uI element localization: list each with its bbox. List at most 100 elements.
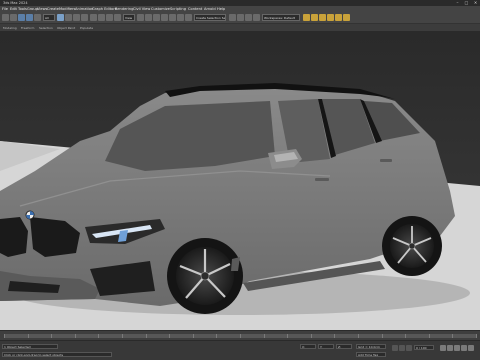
scale-icon[interactable] xyxy=(106,14,113,21)
time-slider-tick xyxy=(51,334,52,338)
select-manipulate-icon[interactable] xyxy=(145,14,152,21)
align-icon[interactable] xyxy=(237,14,244,21)
move-icon[interactable] xyxy=(90,14,97,21)
menu-graph-editors[interactable]: Graph Editors xyxy=(92,7,117,11)
bind-space-warp-icon[interactable] xyxy=(34,14,41,21)
status-bar: 1 Object Selected Click or click-and-dra… xyxy=(0,340,480,360)
orbit-icon[interactable] xyxy=(454,345,460,351)
play-icon[interactable] xyxy=(399,345,405,351)
rear-hub-cap xyxy=(408,242,416,250)
time-slider-tick xyxy=(192,334,194,338)
snaps-toggle-icon[interactable] xyxy=(161,14,168,21)
time-slider-tick xyxy=(145,334,147,338)
angle-snap-icon[interactable] xyxy=(169,14,176,21)
menu-create[interactable]: Create xyxy=(47,7,59,11)
time-slider-tick xyxy=(4,334,5,338)
play-forward-icon[interactable] xyxy=(406,345,412,351)
zoom-icon[interactable] xyxy=(440,345,446,351)
ribbon-tab-object-paint[interactable]: Object Paint xyxy=(57,26,75,30)
selection-status: 1 Object Selected xyxy=(2,344,58,349)
ribbon-tab-freeform[interactable]: Freeform xyxy=(21,26,34,30)
time-slider-tick xyxy=(452,334,453,338)
ribbon-tab-populate[interactable]: Populate xyxy=(80,26,93,30)
select-by-name-icon[interactable] xyxy=(65,14,72,21)
rotate-icon[interactable] xyxy=(98,14,105,21)
time-slider-tick xyxy=(74,334,76,338)
menu-edit[interactable]: Edit xyxy=(10,7,17,11)
prompt-line: Click or click-and-drag to select object… xyxy=(2,352,112,357)
menu-animation[interactable]: Animation xyxy=(75,7,93,11)
time-slider-tick xyxy=(381,334,383,338)
render-frame-icon[interactable] xyxy=(335,14,342,21)
menu-content[interactable]: Content xyxy=(188,7,202,11)
redo-icon[interactable] xyxy=(10,14,17,21)
time-slider[interactable] xyxy=(0,330,480,340)
time-slider-tick xyxy=(263,334,265,338)
rectangle-selection-icon[interactable] xyxy=(73,14,80,21)
time-slider-tick xyxy=(405,334,406,338)
scene-explorer-icon[interactable] xyxy=(253,14,260,21)
menu-customize[interactable]: Customize xyxy=(151,7,170,11)
named-selection-dropdown[interactable]: Create Selection Set xyxy=(194,14,226,21)
workspace-dropdown[interactable]: Workspaces: Default xyxy=(262,14,300,21)
render-production-icon[interactable] xyxy=(343,14,350,21)
menu-arnold[interactable]: Arnold xyxy=(204,7,216,11)
z-coordinate-field[interactable]: Z: xyxy=(336,344,352,349)
menu-tools[interactable]: Tools xyxy=(18,7,27,11)
ribbon-tab-selection[interactable]: Selection xyxy=(39,26,53,30)
time-slider-tick xyxy=(240,334,241,338)
menu-views[interactable]: Views xyxy=(37,7,47,11)
menu-scripting[interactable]: Scripting xyxy=(170,7,186,11)
select-object-icon[interactable] xyxy=(57,14,64,21)
keyboard-shortcut-icon[interactable] xyxy=(153,14,160,21)
field-of-view-icon[interactable] xyxy=(468,345,474,351)
time-slider-tick xyxy=(476,334,477,338)
link-icon[interactable] xyxy=(18,14,25,21)
y-coordinate-field[interactable]: Y: xyxy=(318,344,334,349)
perspective-viewport[interactable] xyxy=(0,31,480,330)
play-back-icon[interactable] xyxy=(392,345,398,351)
time-slider-tick xyxy=(428,334,430,338)
time-slider-tick xyxy=(169,334,170,338)
curve-editor-icon[interactable] xyxy=(303,14,310,21)
undo-icon[interactable] xyxy=(2,14,9,21)
viewport-scene xyxy=(0,31,480,330)
time-slider-tick xyxy=(122,334,123,338)
layer-icon[interactable] xyxy=(245,14,252,21)
pan-icon[interactable] xyxy=(447,345,453,351)
percent-snap-icon[interactable] xyxy=(177,14,184,21)
current-frame-field[interactable]: 0 / 100 xyxy=(414,345,434,350)
maximize-viewport-icon[interactable] xyxy=(461,345,467,351)
material-editor-icon[interactable] xyxy=(319,14,326,21)
time-slider-tick xyxy=(358,334,359,338)
x-coordinate-field[interactable]: X: xyxy=(300,344,316,349)
reference-coordinate-dropdown[interactable]: View xyxy=(123,14,135,21)
time-slider-tick xyxy=(287,334,288,338)
ribbon: Modeling Freeform Selection Object Paint… xyxy=(0,24,480,31)
add-time-tag-button[interactable]: Add Time Tag xyxy=(356,352,386,357)
render-setup-icon[interactable] xyxy=(327,14,334,21)
front-hub-cap xyxy=(200,271,210,281)
menu-file[interactable]: File xyxy=(2,7,8,11)
grid-size-readout: Grid = 10.0cm xyxy=(356,344,386,349)
time-slider-tick xyxy=(334,334,335,338)
mirror-icon[interactable] xyxy=(229,14,236,21)
main-toolbar: All View Create Selection Set Workspaces… xyxy=(0,12,480,24)
menu-rendering[interactable]: Rendering xyxy=(115,7,133,11)
ribbon-tab-modeling[interactable]: Modeling xyxy=(3,26,17,30)
menu-help[interactable]: Help xyxy=(217,7,225,11)
time-slider-tick xyxy=(216,334,217,338)
schematic-view-icon[interactable] xyxy=(311,14,318,21)
window-crossing-icon[interactable] xyxy=(81,14,88,21)
time-slider-tick xyxy=(310,334,312,338)
placement-icon[interactable] xyxy=(114,14,121,21)
rear-door-handle xyxy=(380,159,392,162)
spinner-snap-icon[interactable] xyxy=(185,14,192,21)
menu-civil-view[interactable]: Civil View xyxy=(133,7,150,11)
door-handle xyxy=(315,178,329,181)
selection-filter-dropdown[interactable]: All xyxy=(43,14,55,21)
unlink-icon[interactable] xyxy=(26,14,33,21)
menu-modifiers[interactable]: Modifiers xyxy=(59,7,75,11)
time-slider-tick xyxy=(27,334,29,338)
pivot-icon[interactable] xyxy=(137,14,144,21)
